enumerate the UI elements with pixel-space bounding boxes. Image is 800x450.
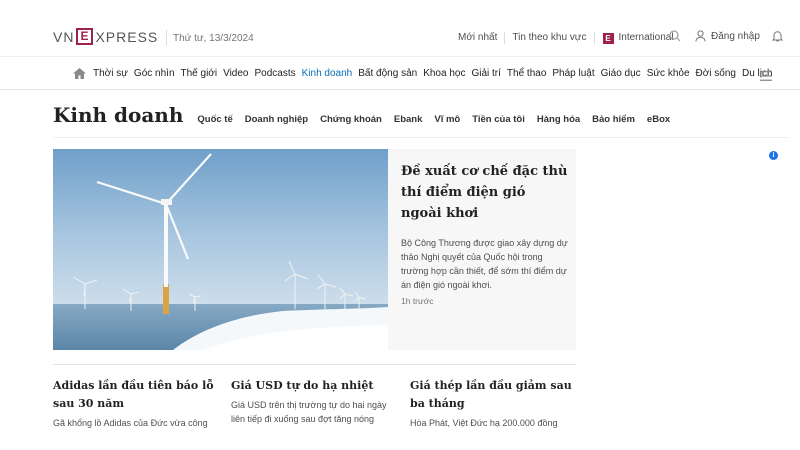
bottom-fade — [0, 426, 800, 450]
login-button[interactable]: Đăng nhập — [695, 30, 760, 42]
subnav-hang-hoa[interactable]: Hàng hóa — [537, 114, 580, 125]
subnav-tien-cua-toi[interactable]: Tiền của tôi — [472, 114, 525, 125]
nav-item-suc-khoe[interactable]: Sức khỏe — [647, 68, 690, 79]
home-icon[interactable] — [72, 67, 87, 80]
section-divider — [53, 137, 788, 138]
top-icons: Đăng nhập — [669, 30, 783, 42]
international-e-icon: E — [602, 32, 614, 44]
nav-item-thoi-su[interactable]: Thời sự — [93, 68, 128, 79]
nav-item-phap-luat[interactable]: Pháp luật — [552, 68, 594, 79]
featured-article-time: 1h trước — [401, 296, 434, 306]
news-item[interactable]: Giá USD tự do hạ nhiệt Giá USD trên thị … — [231, 377, 396, 426]
news-item-description[interactable]: Giá USD trên thị trường tự do hai ngày l… — [231, 398, 396, 426]
vnexpress-logo[interactable]: VN E XPRESS — [53, 28, 158, 45]
nav-item-bat-dong-san[interactable]: Bất động sản — [358, 68, 417, 79]
hamburger-menu-icon[interactable] — [760, 68, 772, 86]
news-item[interactable]: Adidas lần đầu tiên báo lỗ sau 30 năm Gã… — [53, 377, 218, 430]
section-title[interactable]: Kinh doanh — [53, 103, 183, 127]
nav-item-giao-duc[interactable]: Giáo dục — [601, 68, 641, 79]
regional-news-link[interactable]: Tin theo khu vực — [505, 32, 595, 44]
featured-article-title[interactable]: Đề xuất cơ chế đặc thù thí điểm điện gió… — [401, 161, 569, 224]
feature-divider — [53, 364, 576, 365]
nav-item-the-thao[interactable]: Thể thao — [507, 68, 546, 79]
ad-info-icon[interactable]: i — [769, 151, 778, 160]
nav-item-doi-song[interactable]: Đời sống — [696, 68, 736, 79]
subnav-vi-mo[interactable]: Vĩ mô — [434, 114, 460, 125]
logo-text-right: XPRESS — [95, 28, 159, 45]
latest-news-link[interactable]: Mới nhất — [458, 32, 506, 44]
nav-item-video[interactable]: Video — [223, 68, 248, 79]
international-label: International — [618, 32, 674, 43]
user-icon — [695, 30, 706, 42]
featured-article-description[interactable]: Bộ Công Thương được giao xây dựng dự thả… — [401, 236, 569, 292]
logo-e-box: E — [76, 28, 94, 45]
subnav-ebox[interactable]: eBox — [647, 114, 670, 125]
login-label: Đăng nhập — [711, 30, 760, 42]
category-items: Thời sự Góc nhìn Thế giới Video Podcasts… — [72, 67, 779, 80]
news-item-title[interactable]: Giá USD tự do hạ nhiệt — [231, 377, 396, 395]
subnav-ebank[interactable]: Ebank — [394, 114, 423, 125]
logo-text-left: VN — [53, 28, 75, 45]
logo-divider — [166, 30, 167, 46]
nav-item-giai-tri[interactable]: Giải trí — [471, 68, 500, 79]
featured-article-text: Đề xuất cơ chế đặc thù thí điểm điện gió… — [401, 161, 569, 306]
nav-item-khoa-hoc[interactable]: Khoa học — [423, 68, 465, 79]
offshore-wind-turbines-image[interactable] — [53, 149, 388, 350]
news-item-title[interactable]: Giá thép lần đầu giảm sau ba tháng — [410, 377, 575, 413]
subnav-bao-hiem[interactable]: Bảo hiểm — [592, 114, 635, 125]
top-bar: VN E XPRESS Thứ tư, 13/3/2024 Mới nhất T… — [0, 0, 800, 56]
nav-item-podcasts[interactable]: Podcasts — [255, 68, 296, 79]
top-links: Mới nhất Tin theo khu vực E Internationa… — [458, 32, 681, 44]
section-subnav: Quốc tế Doanh nghiệp Chứng khoán Ebank V… — [197, 114, 682, 125]
featured-article[interactable]: Đề xuất cơ chế đặc thù thí điểm điện gió… — [53, 149, 576, 350]
section-header: Kinh doanh Quốc tế Doanh nghiệp Chứng kh… — [53, 103, 682, 127]
subnav-quoc-te[interactable]: Quốc tế — [197, 114, 232, 125]
nav-item-goc-nhin[interactable]: Góc nhìn — [134, 68, 175, 79]
nav-item-the-gioi[interactable]: Thế giới — [181, 68, 218, 79]
category-nav: Thời sự Góc nhìn Thế giới Video Podcasts… — [0, 56, 800, 90]
search-icon[interactable] — [669, 30, 681, 42]
subnav-chung-khoan[interactable]: Chứng khoán — [320, 114, 382, 125]
news-item-title[interactable]: Adidas lần đầu tiên báo lỗ sau 30 năm — [53, 377, 218, 413]
bell-icon[interactable] — [771, 30, 783, 42]
international-link[interactable]: E International — [595, 32, 681, 44]
nav-item-kinh-doanh[interactable]: Kinh doanh — [302, 68, 353, 79]
news-item[interactable]: Giá thép lần đầu giảm sau ba tháng Hòa P… — [410, 377, 575, 430]
subnav-doanh-nghiep[interactable]: Doanh nghiệp — [245, 114, 308, 125]
current-date: Thứ tư, 13/3/2024 — [173, 33, 254, 44]
